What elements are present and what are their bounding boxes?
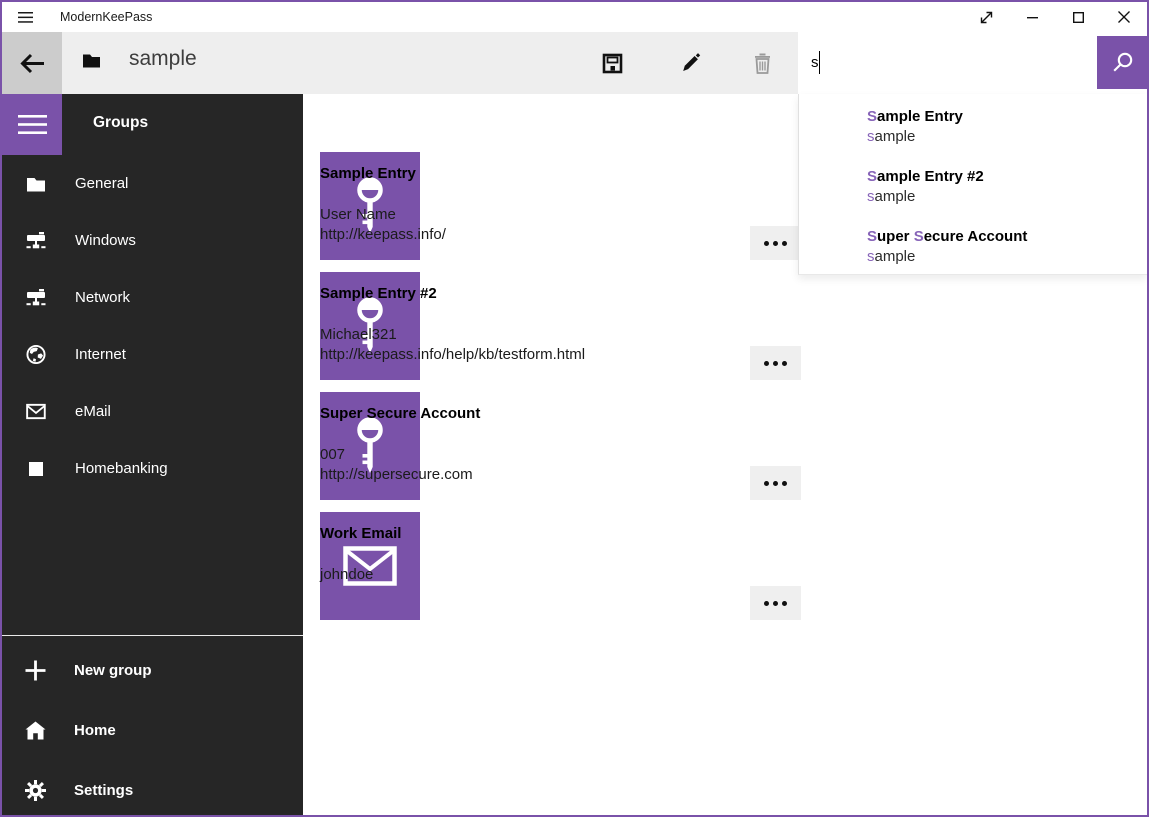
sidebar-item-label: General (75, 175, 128, 192)
search-suggestion[interactable]: Sample Entry #2sample (867, 167, 1147, 207)
minimize-icon[interactable] (1009, 2, 1055, 32)
sidebar-item-label: Internet (75, 346, 126, 363)
suggestion-subtitle: sample (867, 127, 1147, 147)
sidebar-item-network[interactable]: Network (2, 269, 303, 326)
close-icon[interactable] (1101, 2, 1147, 32)
entry-username: User Name (320, 206, 680, 223)
gear-icon (24, 780, 46, 801)
sidebar-item-windows[interactable]: Windows (2, 212, 303, 269)
square-icon (26, 462, 46, 476)
folder-icon (26, 176, 46, 192)
hamburger-icon[interactable] (2, 94, 62, 155)
search-suggestion[interactable]: Sample Entrysample (867, 107, 1147, 147)
sidebar-item-label: eMail (75, 403, 111, 420)
entry-url: http://keepass.info/ (320, 226, 680, 243)
search-button[interactable] (1097, 36, 1147, 89)
entry-username: johndoe (320, 566, 680, 583)
globe-icon (26, 344, 46, 365)
search-suggestion[interactable]: Super Secure Accountsample (867, 227, 1147, 267)
more-button[interactable] (750, 466, 801, 500)
suggestion-subtitle: sample (867, 187, 1147, 207)
sidebar-item-label: Network (75, 289, 130, 306)
search-box (798, 32, 1147, 94)
app-window: ModernKeePass sample (0, 0, 1149, 817)
entry-username: 007 (320, 446, 680, 463)
search-suggestions: Sample EntrysampleSample Entry #2sampleS… (798, 94, 1147, 275)
text-cursor (819, 51, 820, 74)
entry-title: Sample Entry #2 (320, 285, 680, 302)
titlebar: ModernKeePass (2, 2, 1147, 32)
sidebar-item-label: Home (74, 722, 116, 739)
home-button[interactable]: Home (2, 700, 303, 760)
network-icon (26, 288, 46, 307)
groups-heading: Groups (93, 106, 148, 140)
sidebar-item-label: Windows (75, 232, 136, 249)
page-title: sample (129, 47, 197, 71)
entry-row[interactable]: Work Email johndoe (320, 512, 801, 620)
sidebar-item-email[interactable]: eMail (2, 383, 303, 440)
suggestion-subtitle: sample (867, 247, 1147, 267)
sidebar-item-internet[interactable]: Internet (2, 326, 303, 383)
sidebar-item-homebanking[interactable]: Homebanking (2, 440, 303, 497)
entry-title: Sample Entry (320, 165, 680, 182)
sidebar-item-label: New group (74, 662, 152, 679)
search-input[interactable] (798, 34, 1098, 91)
entry-title: Work Email (320, 525, 680, 542)
maximize-icon[interactable] (1055, 2, 1101, 32)
entry-row[interactable]: Super Secure Account 007 http://supersec… (320, 392, 801, 500)
new-group-button[interactable]: New group (2, 640, 303, 700)
sidebar-item-general[interactable]: General (2, 155, 303, 212)
more-button[interactable] (750, 226, 801, 260)
sidebar: Groups General Windows Network Internet … (2, 94, 303, 815)
entry-username: Michael321 (320, 326, 680, 343)
hamburger-icon[interactable] (2, 2, 48, 32)
entry-url: http://supersecure.com (320, 466, 680, 483)
settings-button[interactable]: Settings (2, 760, 303, 817)
back-button[interactable] (2, 32, 62, 94)
entry-row[interactable]: Sample Entry User Name http://keepass.in… (320, 152, 801, 260)
folder-icon (82, 52, 101, 73)
entry-url: http://keepass.info/help/kb/testform.htm… (320, 346, 680, 363)
sidebar-item-label: Settings (74, 782, 133, 799)
suggestion-title: Super Secure Account (867, 227, 1147, 247)
more-button[interactable] (750, 586, 801, 620)
ellipsis-icon (773, 601, 778, 606)
ellipsis-icon (773, 361, 778, 366)
envelope-icon (26, 403, 46, 420)
more-button[interactable] (750, 346, 801, 380)
window-title: ModernKeePass (60, 2, 152, 32)
caption-buttons (963, 2, 1147, 32)
suggestion-title: Sample Entry #2 (867, 167, 1147, 187)
plus-icon (24, 660, 46, 681)
sidebar-divider (2, 635, 303, 636)
entry-title: Super Secure Account (320, 405, 680, 422)
ellipsis-icon (773, 241, 778, 246)
ellipsis-icon (773, 481, 778, 486)
suggestion-title: Sample Entry (867, 107, 1147, 127)
save-button[interactable] (589, 32, 635, 94)
fullscreen-icon[interactable] (963, 2, 1009, 32)
home-icon (24, 721, 46, 740)
network-icon (26, 231, 46, 250)
entry-row[interactable]: Sample Entry #2 Michael321 http://keepas… (320, 272, 801, 380)
edit-button[interactable] (667, 32, 713, 94)
sidebar-item-label: Homebanking (75, 460, 168, 477)
delete-button[interactable] (739, 32, 785, 94)
